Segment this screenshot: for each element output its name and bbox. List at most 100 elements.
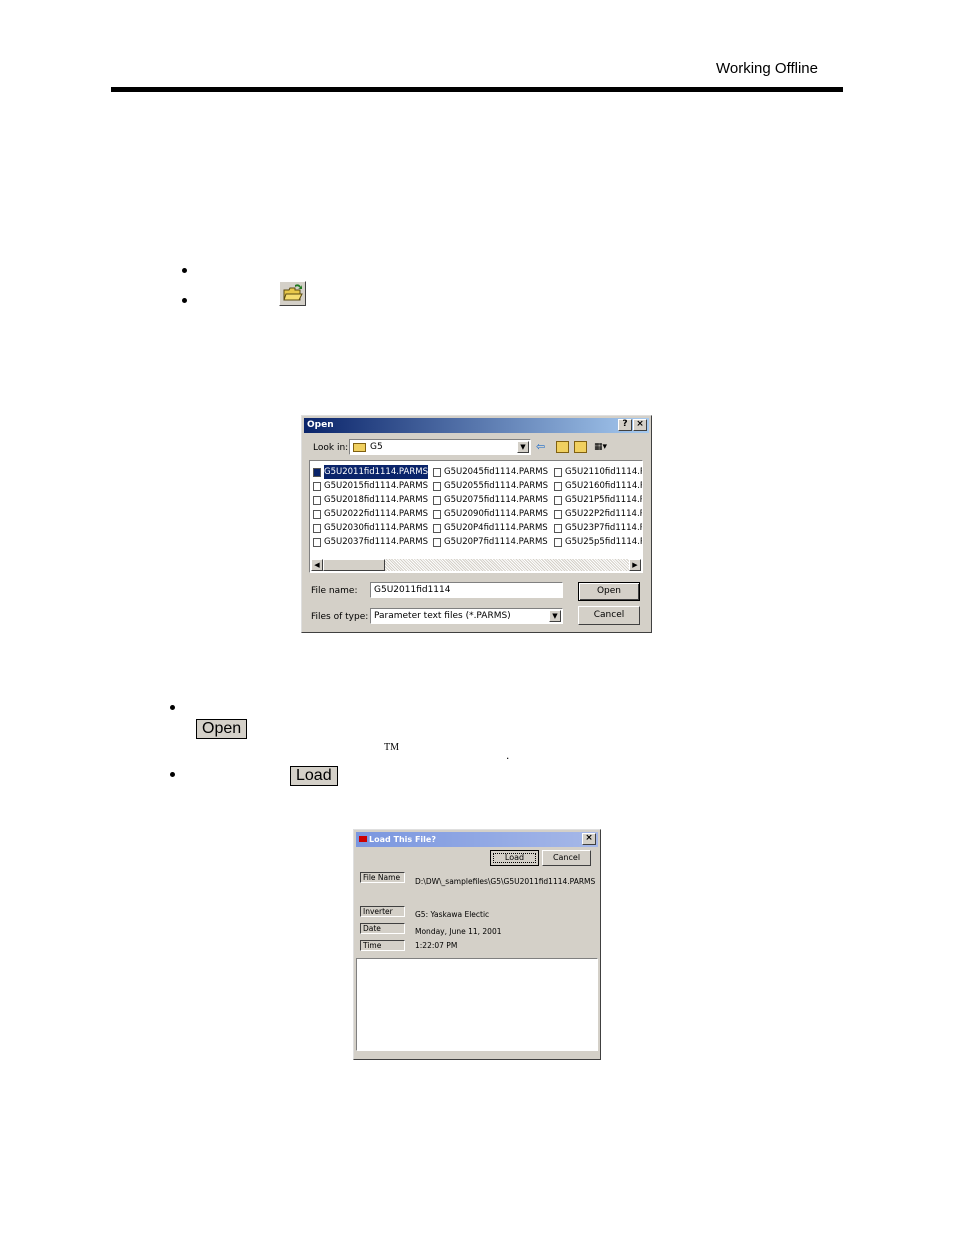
file-icon — [554, 509, 562, 519]
app-icon — [359, 836, 367, 842]
file-icon — [433, 467, 441, 477]
file-list[interactable]: G5U2011fid1114.PARMS G5U2015fid1114.PARMS… — [309, 460, 643, 573]
file-name-text: G5U2030fid1114.PARMS — [324, 523, 428, 533]
new-folder-icon[interactable] — [574, 441, 587, 453]
file-name-text: G5U2022fid1114.PARMS — [324, 509, 428, 519]
file-icon — [433, 495, 441, 505]
inline-open-button: Open — [196, 719, 248, 739]
load-button[interactable]: Load — [490, 850, 539, 866]
file-list-item[interactable]: G5U2037fid1114.PARMS — [313, 535, 428, 549]
open-button[interactable]: Open — [578, 582, 640, 601]
file-list-item[interactable]: G5U2030fid1114.PARMS — [313, 521, 428, 535]
file-list-item[interactable]: G5U2110fid1114.PA — [554, 465, 643, 479]
open-folder-icon — [279, 281, 306, 306]
cancel-button[interactable]: Cancel — [542, 850, 591, 866]
file-list-item[interactable]: G5U2055fid1114.PARMS — [433, 479, 548, 493]
file-list-item[interactable]: G5U25p5fid1114.PA — [554, 535, 643, 549]
header-rule — [111, 87, 843, 92]
file-list-item[interactable]: G5U2015fid1114.PARMS — [313, 479, 428, 493]
file-list-item[interactable]: G5U2011fid1114.PARMS — [313, 465, 428, 479]
chevron-down-icon[interactable]: ▼ — [549, 610, 561, 622]
file-name-label: File name: — [311, 586, 358, 596]
file-list-item[interactable]: G5U20P4fid1114.PARMS — [433, 521, 548, 535]
date-value: Monday, June 11, 2001 — [415, 927, 502, 936]
load-dialog-title: Load This File? — [369, 835, 436, 844]
file-name-text: G5U2015fid1114.PARMS — [324, 481, 428, 491]
file-list-item[interactable]: G5U2160fid1114.PA — [554, 479, 642, 493]
file-name-text: G5U2110fid1114.PA — [565, 467, 643, 477]
inverter-label: Inverter — [360, 906, 405, 917]
chevron-down-icon[interactable]: ▼ — [517, 441, 529, 453]
folder-icon — [353, 443, 366, 452]
file-list-item[interactable]: G5U2075fid1114.PARMS — [433, 493, 548, 507]
file-name-text: G5U2055fid1114.PARMS — [444, 481, 548, 491]
date-label: Date — [360, 923, 405, 934]
files-of-type-value: Parameter text files (*.PARMS) — [374, 611, 511, 621]
file-name-text: G5U25p5fid1114.PA — [565, 537, 643, 547]
file-name-text: G5U2075fid1114.PARMS — [444, 495, 548, 505]
file-icon — [313, 495, 321, 505]
file-name-text: G5U21P5fid1114.PA — [565, 495, 643, 505]
file-icon — [433, 509, 441, 519]
back-icon[interactable]: ⇦ — [536, 441, 550, 454]
inline-load-button: Load — [290, 766, 338, 786]
close-button[interactable]: × — [582, 833, 596, 845]
file-name-value: D:\DW\_samplefiles\G5\G5U2011fid1114.PAR… — [415, 877, 596, 886]
details-textarea[interactable] — [356, 958, 598, 1051]
bullet — [170, 772, 175, 777]
files-of-type-select[interactable]: Parameter text files (*.PARMS) ▼ — [370, 608, 563, 624]
close-button[interactable]: × — [633, 419, 647, 431]
file-list-item[interactable]: G5U21P5fid1114.PA — [554, 493, 643, 507]
bullet — [182, 298, 187, 303]
open-dialog-titlebar: Open ? × — [304, 418, 649, 433]
time-value: 1:22:07 PM — [415, 941, 458, 950]
file-name-text: G5U23P7fid1114.PA — [565, 523, 643, 533]
page-header-title: Working Offline — [716, 60, 818, 77]
file-name-text: G5U2018fid1114.PARMS — [324, 495, 428, 505]
bullet — [182, 268, 187, 273]
file-icon — [433, 481, 441, 491]
load-dialog-titlebar: Load This File? × — [356, 832, 598, 847]
horizontal-scrollbar[interactable]: ◀ ▶ — [311, 559, 641, 571]
files-of-type-label: Files of type: — [311, 612, 369, 622]
file-name-text: G5U2045fid1114.PARMS — [444, 467, 548, 477]
file-list-item[interactable]: G5U20P7fid1114.PARMS — [433, 535, 548, 549]
load-dialog: Load This File? × Load Cancel File Name … — [353, 829, 601, 1060]
file-name-text: G5U22P2fid1114.PA — [565, 509, 643, 519]
bullet — [170, 705, 175, 710]
view-menu-icon[interactable]: ▦▾ — [594, 441, 612, 453]
file-icon — [313, 509, 321, 519]
open-dialog-title: Open — [307, 420, 334, 430]
file-list-item[interactable]: G5U2045fid1114.PARMS — [433, 465, 548, 479]
file-icon — [554, 467, 562, 477]
file-name-value: G5U2011fid1114 — [374, 585, 451, 595]
file-name-text: G5U2037fid1114.PARMS — [324, 537, 428, 547]
file-icon — [313, 481, 321, 491]
file-list-item[interactable]: G5U2022fid1114.PARMS — [313, 507, 428, 521]
scroll-left-icon[interactable]: ◀ — [311, 559, 323, 571]
help-button[interactable]: ? — [618, 419, 632, 431]
file-icon — [554, 537, 562, 547]
file-icon — [554, 481, 562, 491]
file-name-text: G5U2090fid1114.PARMS — [444, 509, 548, 519]
look-in-combo[interactable]: G5 ▼ — [349, 439, 531, 455]
inverter-value: G5: Yaskawa Electic — [415, 910, 490, 919]
up-folder-icon[interactable] — [556, 441, 569, 453]
scroll-right-icon[interactable]: ▶ — [629, 559, 641, 571]
file-icon — [313, 537, 321, 547]
look-in-value: G5 — [370, 442, 383, 452]
sentence-period: . — [506, 748, 510, 762]
file-icon — [554, 495, 562, 505]
file-name-label: File Name — [360, 872, 405, 883]
cancel-button[interactable]: Cancel — [578, 606, 640, 625]
scroll-thumb[interactable] — [323, 559, 385, 571]
file-list-item[interactable]: G5U23P7fid1114.PA — [554, 521, 643, 535]
open-dialog: Open ? × Look in: G5 ▼ ⇦ ▦▾ G5U2011fid11… — [301, 415, 652, 633]
file-name-input[interactable]: G5U2011fid1114 — [370, 582, 563, 598]
file-list-item[interactable]: G5U2090fid1114.PARMS — [433, 507, 548, 521]
trademark-mark: TM — [384, 742, 399, 753]
file-name-text: G5U20P7fid1114.PARMS — [444, 537, 548, 547]
file-list-item[interactable]: G5U2018fid1114.PARMS — [313, 493, 428, 507]
time-label: Time — [360, 940, 405, 951]
file-list-item[interactable]: G5U22P2fid1114.PA — [554, 507, 643, 521]
